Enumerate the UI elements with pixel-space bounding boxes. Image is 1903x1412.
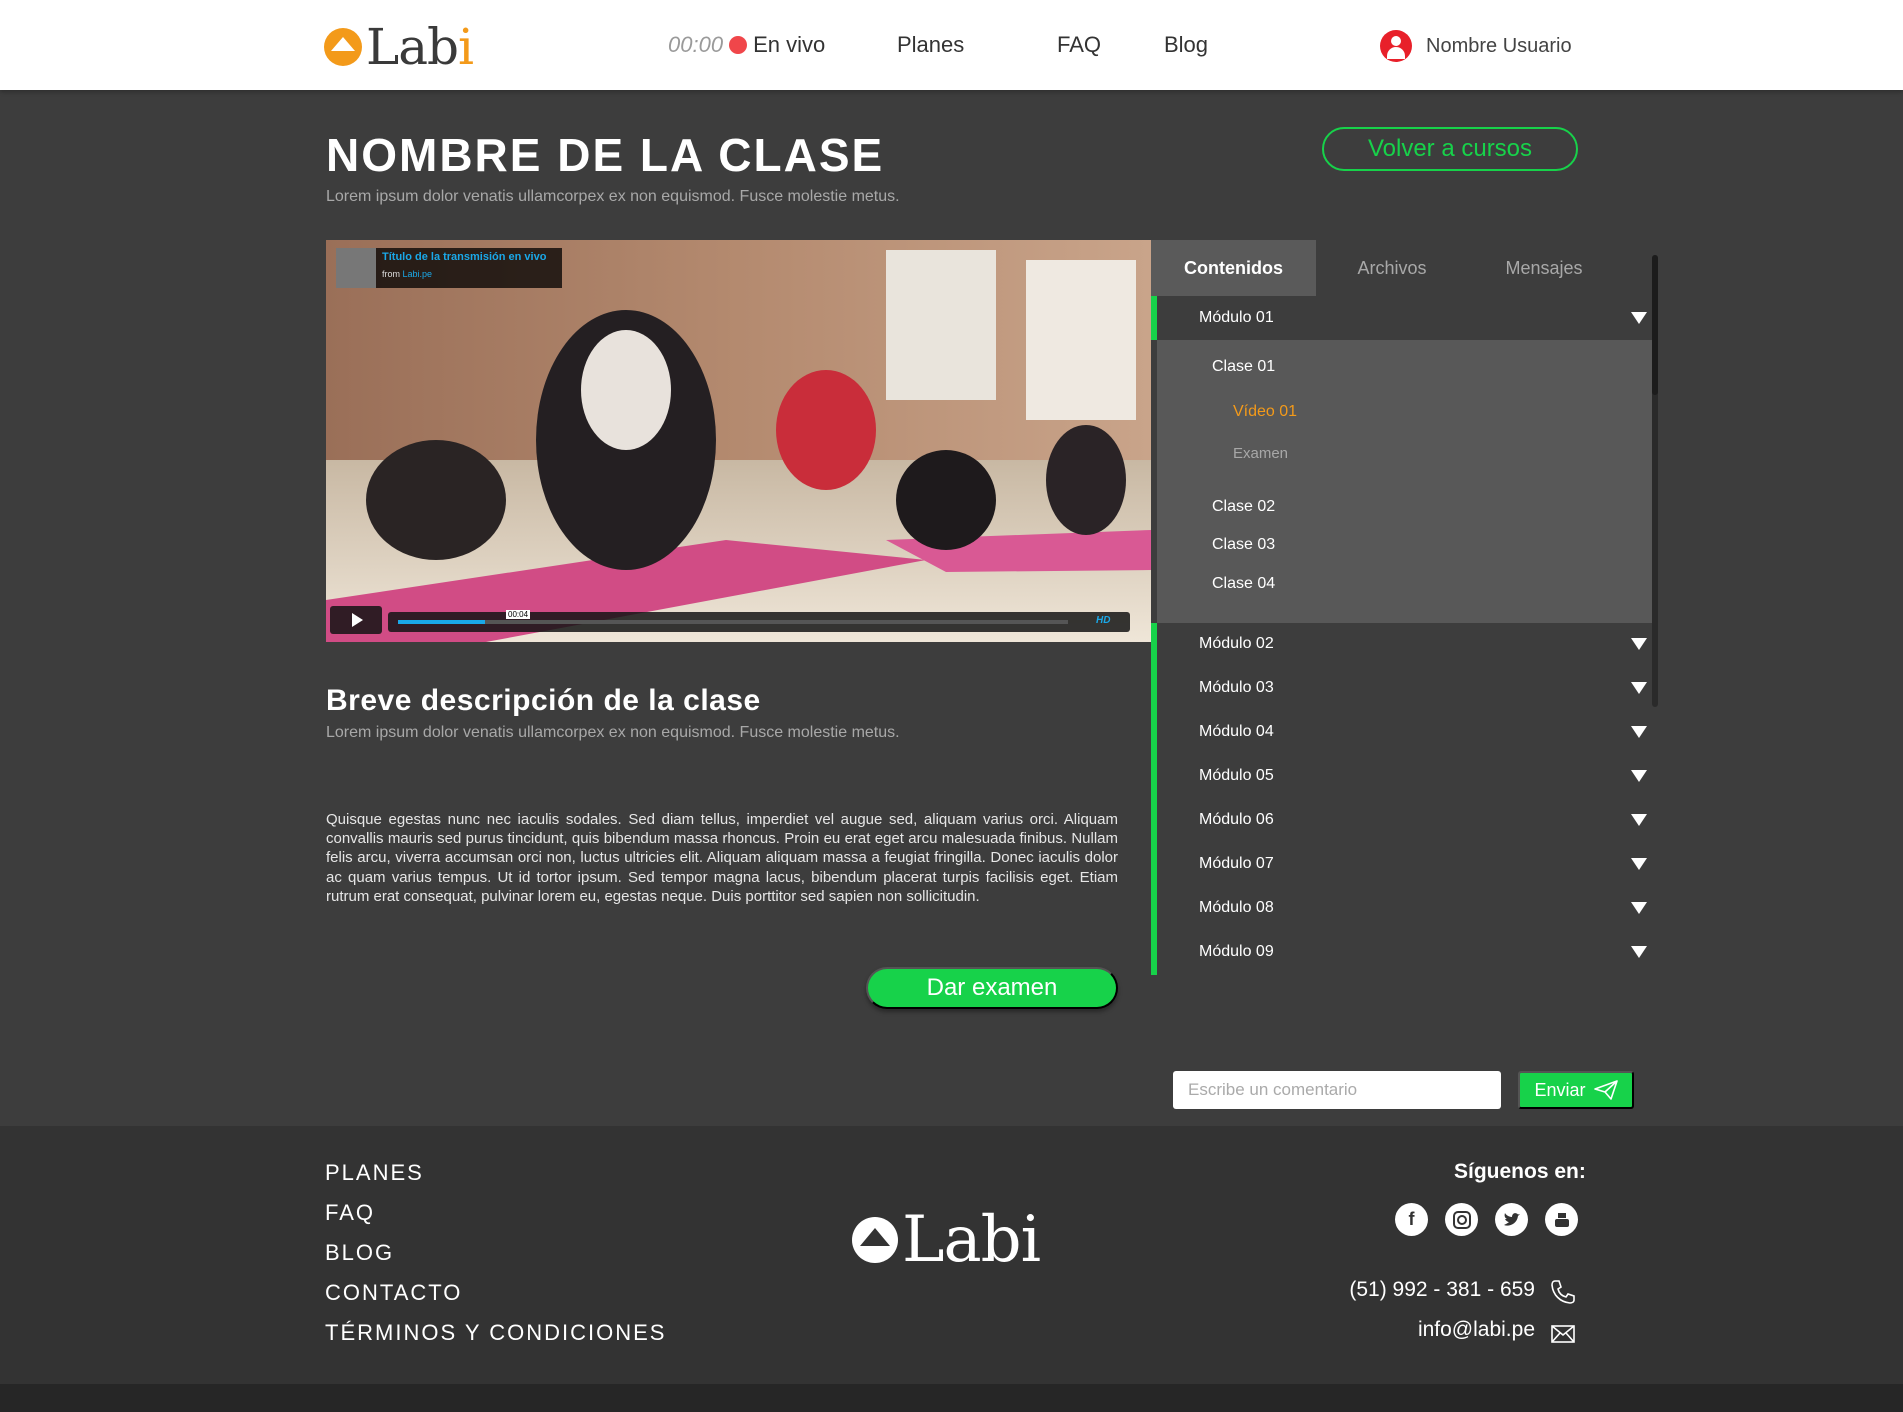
module-09[interactable]: Módulo 09 bbox=[1157, 932, 1657, 972]
class-03[interactable]: Clase 03 bbox=[1212, 536, 1275, 554]
module-label: Módulo 04 bbox=[1199, 723, 1274, 740]
facebook-icon[interactable]: f bbox=[1395, 1203, 1428, 1236]
live-dot-icon bbox=[729, 36, 748, 54]
chevron-down-icon bbox=[1631, 312, 1647, 324]
user-avatar-icon bbox=[1380, 30, 1412, 62]
nav-live[interactable]: 00:00 En vivo bbox=[668, 32, 825, 58]
video-controls[interactable]: 00:04 HD bbox=[388, 610, 1130, 632]
chevron-down-icon bbox=[1631, 726, 1647, 738]
footer-link-contacto[interactable]: CONTACTO bbox=[325, 1280, 462, 1306]
module-label: Módulo 07 bbox=[1199, 855, 1274, 872]
video-frame-image bbox=[326, 240, 1151, 642]
logo-mark-icon bbox=[852, 1217, 898, 1263]
phone-icon bbox=[1551, 1280, 1575, 1304]
module-label: Módulo 03 bbox=[1199, 679, 1274, 696]
top-header: Labi 00:00 En vivo Planes FAQ Blog Nombr… bbox=[0, 0, 1903, 90]
footer-bottom-bar bbox=[0, 1384, 1903, 1412]
module-label: Módulo 05 bbox=[1199, 767, 1274, 784]
tab-archivos[interactable]: Archivos bbox=[1316, 240, 1468, 296]
footer-link-planes[interactable]: PLANES bbox=[325, 1160, 424, 1186]
user-menu[interactable]: Nombre Usuario bbox=[1380, 30, 1572, 62]
class-04[interactable]: Clase 04 bbox=[1212, 575, 1275, 593]
chevron-down-icon bbox=[1631, 770, 1647, 782]
back-to-courses-button[interactable]: Volver a cursos bbox=[1322, 127, 1578, 171]
footer-link-blog[interactable]: BLOG bbox=[325, 1240, 394, 1266]
video-player[interactable]: Título de la transmisión en vivo from La… bbox=[326, 240, 1151, 642]
progress-fill bbox=[398, 620, 486, 624]
scrollbar-thumb[interactable] bbox=[1652, 255, 1658, 395]
youtube-icon[interactable] bbox=[1545, 1203, 1578, 1236]
take-exam-button[interactable]: Dar examen bbox=[866, 967, 1118, 1009]
sidebar-scrollbar[interactable] bbox=[1652, 255, 1658, 707]
module-04[interactable]: Módulo 04 bbox=[1157, 712, 1657, 752]
description-body: Quisque egestas nunc nec iaculis sodales… bbox=[326, 811, 1118, 905]
module-03[interactable]: Módulo 03 bbox=[1157, 668, 1657, 708]
tab-mensajes[interactable]: Mensajes bbox=[1468, 240, 1620, 296]
module-label: Módulo 09 bbox=[1199, 943, 1274, 960]
stream-title[interactable]: Título de la transmisión en vivo bbox=[382, 251, 546, 263]
course-sidebar: Contenidos Archivos Mensajes Módulo 01 C… bbox=[1151, 240, 1656, 975]
module-08[interactable]: Módulo 08 bbox=[1157, 888, 1657, 928]
sidebar-tabs: Contenidos Archivos Mensajes bbox=[1151, 240, 1656, 296]
tab-contenidos[interactable]: Contenidos bbox=[1151, 240, 1316, 296]
paper-plane-icon bbox=[1593, 1080, 1618, 1100]
logo-text: Labi bbox=[366, 18, 474, 76]
module-label: Módulo 02 bbox=[1199, 635, 1274, 652]
nav-blog[interactable]: Blog bbox=[1164, 32, 1208, 58]
module-01-content: Clase 01 Vídeo 01 Examen Clase 02 Clase … bbox=[1157, 340, 1652, 623]
comment-input[interactable] bbox=[1173, 1071, 1501, 1109]
send-label: Enviar bbox=[1534, 1079, 1586, 1100]
description-subtitle: Lorem ipsum dolor venatis ullamcorpex ex… bbox=[326, 724, 900, 741]
page-subtitle: Lorem ipsum dolor venatis ullamcorpex ex… bbox=[326, 188, 900, 205]
envelope-icon bbox=[1551, 1325, 1575, 1343]
module-07[interactable]: Módulo 07 bbox=[1157, 844, 1657, 884]
module-02[interactable]: Módulo 02 bbox=[1157, 624, 1657, 664]
class-02[interactable]: Clase 02 bbox=[1212, 498, 1275, 516]
footer-logo-text: Labi bbox=[902, 1203, 1041, 1277]
header-logo[interactable]: Labi bbox=[324, 18, 474, 76]
hd-toggle[interactable]: HD bbox=[1096, 615, 1110, 626]
footer-link-faq[interactable]: FAQ bbox=[325, 1200, 375, 1226]
chevron-down-icon bbox=[1631, 858, 1647, 870]
live-time: 00:00 bbox=[668, 32, 724, 57]
footer-logo[interactable]: Labi bbox=[852, 1203, 1041, 1277]
nav-planes[interactable]: Planes bbox=[897, 32, 964, 58]
twitter-icon[interactable] bbox=[1495, 1203, 1528, 1236]
progress-bar[interactable]: 00:04 bbox=[398, 610, 1068, 624]
chevron-down-icon bbox=[1631, 902, 1647, 914]
description-title: Breve descripción de la clase bbox=[326, 684, 761, 717]
email-address[interactable]: info@labi.pe bbox=[1418, 1318, 1535, 1342]
logo-mark-icon bbox=[324, 28, 362, 66]
nav-faq[interactable]: FAQ bbox=[1057, 32, 1101, 58]
module-06[interactable]: Módulo 06 bbox=[1157, 800, 1657, 840]
chevron-down-icon bbox=[1631, 682, 1647, 694]
live-label: En vivo bbox=[753, 32, 826, 57]
chevron-down-icon bbox=[1631, 946, 1647, 958]
module-label: Módulo 01 bbox=[1199, 309, 1274, 326]
page-title: NOMBRE DE LA CLASE bbox=[326, 129, 885, 181]
play-button[interactable] bbox=[330, 606, 382, 634]
stream-thumbnail bbox=[336, 248, 376, 288]
phone-number[interactable]: (51) 992 - 381 - 659 bbox=[1349, 1278, 1535, 1302]
module-label: Módulo 06 bbox=[1199, 811, 1274, 828]
send-comment-button[interactable]: Enviar bbox=[1518, 1071, 1634, 1109]
user-name: Nombre Usuario bbox=[1426, 34, 1572, 57]
exam-link[interactable]: Examen bbox=[1233, 445, 1288, 462]
module-label: Módulo 08 bbox=[1199, 899, 1274, 916]
chevron-down-icon bbox=[1631, 814, 1647, 826]
footer-link-terminos[interactable]: TÉRMINOS Y CONDICIONES bbox=[325, 1320, 666, 1346]
stream-source: from Labi.pe bbox=[382, 269, 433, 279]
follow-label: Síguenos en: bbox=[1454, 1160, 1586, 1183]
instagram-icon[interactable] bbox=[1445, 1203, 1478, 1236]
module-05[interactable]: Módulo 05 bbox=[1157, 756, 1657, 796]
module-01[interactable]: Módulo 01 bbox=[1157, 298, 1657, 338]
stream-info-overlay[interactable]: Título de la transmisión en vivo from La… bbox=[336, 248, 562, 288]
chevron-down-icon bbox=[1631, 638, 1647, 650]
class-01[interactable]: Clase 01 bbox=[1212, 358, 1275, 376]
progress-time: 00:04 bbox=[506, 610, 531, 619]
video-01[interactable]: Vídeo 01 bbox=[1233, 403, 1297, 421]
